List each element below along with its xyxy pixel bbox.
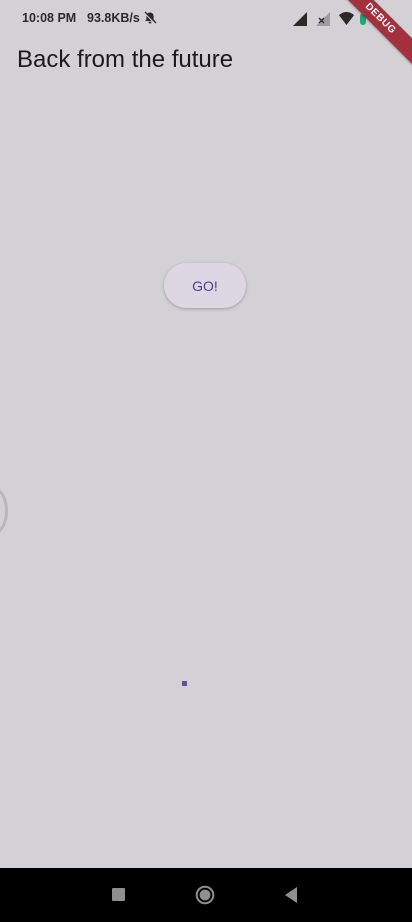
status-time: 10:08 PM [22, 11, 77, 25]
signal-weak-icon [316, 12, 330, 26]
home-circle-icon[interactable] [195, 885, 215, 905]
app-screen: 10:08 PM 93.8KB/s DEBUG Back from the fu… [0, 0, 412, 868]
edge-swipe-indicator [0, 488, 8, 534]
navigation-bar [0, 868, 412, 922]
back-triangle-icon[interactable] [283, 886, 299, 904]
recents-square-icon[interactable] [112, 888, 125, 901]
status-bar: 10:08 PM 93.8KB/s [0, 0, 412, 38]
wifi-icon [339, 12, 354, 25]
progress-dot [182, 681, 187, 686]
page-title: Back from the future [17, 46, 234, 73]
go-button[interactable]: GO! [164, 263, 246, 308]
signal-icon [293, 12, 307, 26]
network-speed: 93.8KB/s [87, 11, 140, 25]
bell-off-icon [143, 11, 157, 25]
